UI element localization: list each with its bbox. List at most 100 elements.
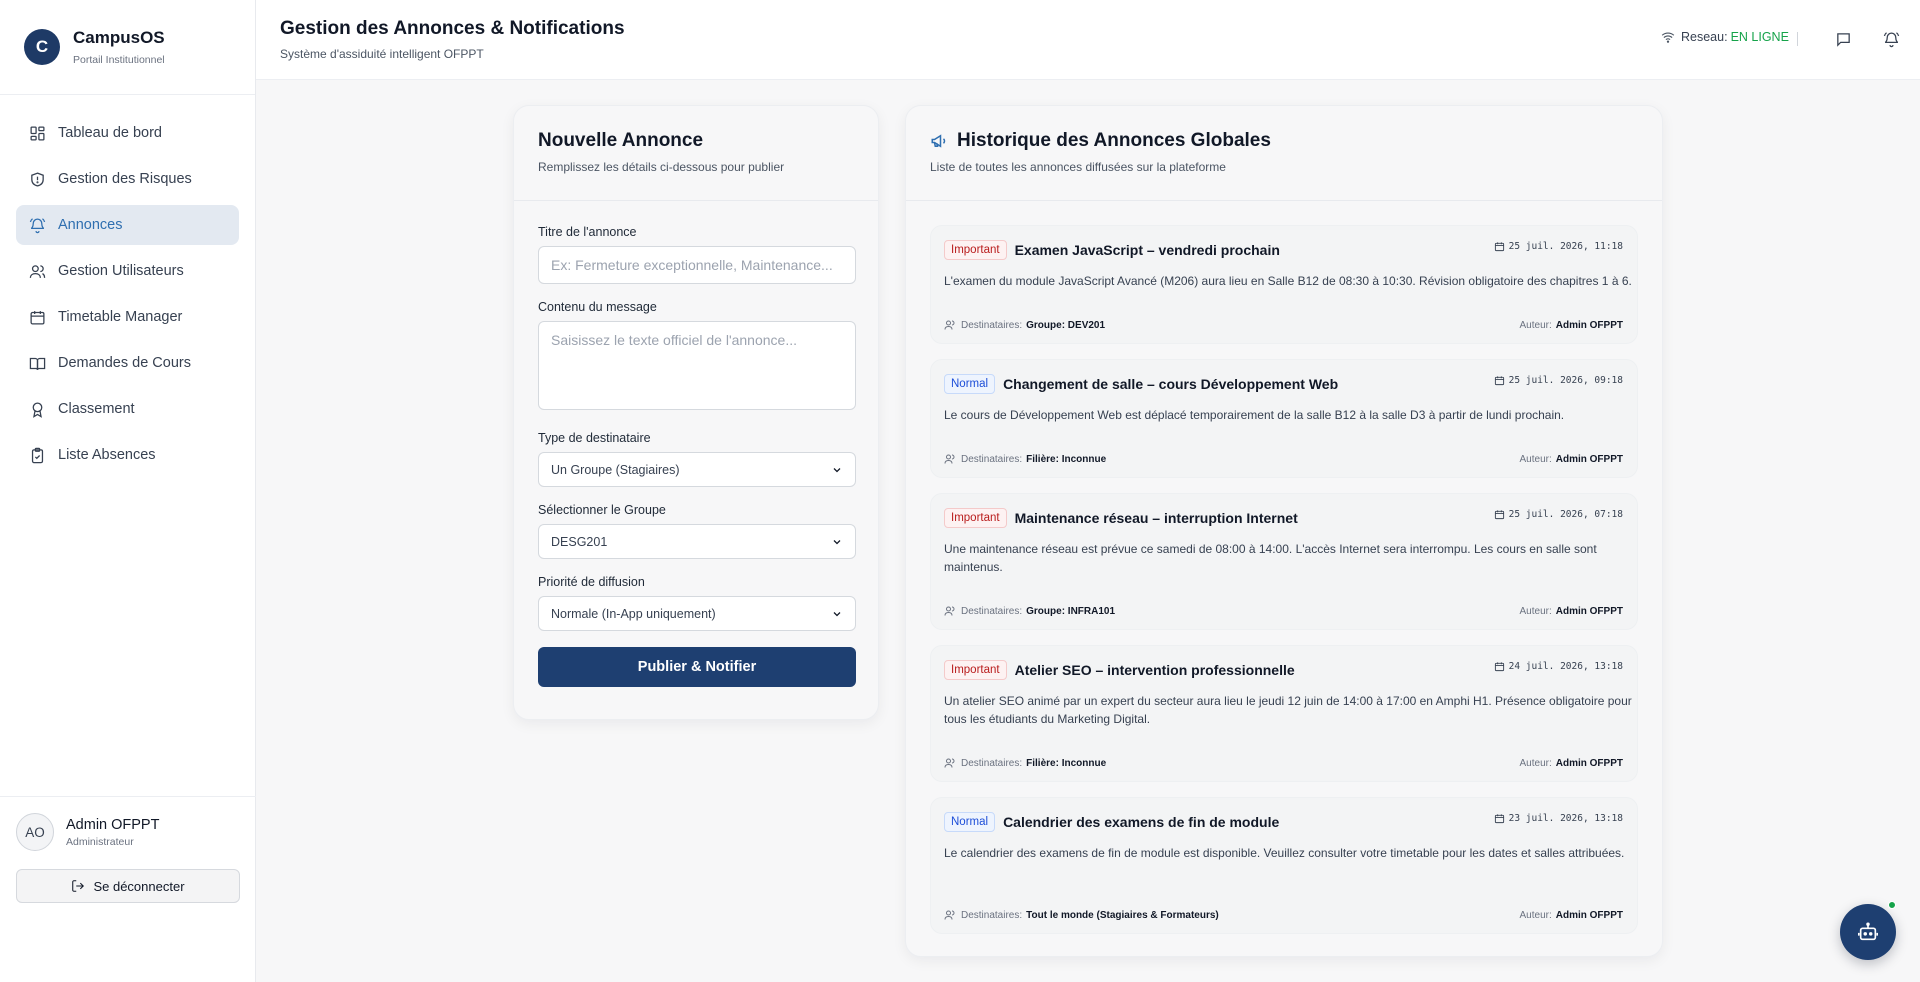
sidebar-item-label: Gestion Utilisateurs [58, 263, 184, 279]
announcement-body: Le cours de Développement Web est déplac… [944, 408, 1565, 422]
announcement-author: Auteur: Admin OFPPT [1520, 605, 1623, 617]
megaphone-icon [931, 134, 946, 148]
recipients-label: Destinataires: [961, 319, 1023, 331]
sidebar-nav: Tableau de bord Gestion des Risques Anno… [0, 95, 255, 475]
bell-icon [28, 216, 46, 234]
avatar: AO [16, 813, 54, 851]
announcement-title: Maintenance réseau – interruption Intern… [1014, 510, 1298, 526]
new-announcement-card: Nouvelle Annonce Remplissez les détails … [513, 105, 879, 720]
users-icon [944, 606, 955, 616]
priority-select[interactable]: Normale (In-App uniquement) [538, 596, 856, 631]
award-icon [28, 400, 46, 418]
recipients-value: Filière: Inconnue [1026, 757, 1107, 769]
recipients-label: Destinataires: [961, 757, 1023, 769]
content-field-label: Contenu du message [538, 300, 657, 314]
form-title: Nouvelle Annonce [538, 130, 704, 151]
publish-notify-button[interactable]: Publier & Notifier [538, 647, 856, 687]
sidebar-item-gestion-utilisateurs[interactable]: Gestion Utilisateurs [16, 251, 239, 291]
network-status-value: EN LIGNE [1730, 30, 1789, 44]
announcement-title: Calendrier des examens de fin de module [1003, 814, 1280, 830]
chevron-down-icon [833, 467, 841, 472]
sidebar-item-label: Demandes de Cours [58, 355, 191, 371]
author-label: Auteur: [1519, 453, 1552, 465]
user-role: Administrateur [66, 835, 134, 848]
sidebar-footer: AO Admin OFPPT Administrateur Se déconne… [0, 796, 256, 982]
history-title: Historique des Annonces Globales [957, 130, 1271, 151]
wifi-icon [1661, 32, 1675, 43]
announcement-date-text: 25 juil. 2026, 11:18 [1508, 241, 1623, 252]
priority-badge: Important [944, 660, 1007, 680]
priority-select-value: Normale (In-App uniquement) [551, 606, 716, 621]
group-select-value: DESG201 [551, 534, 608, 549]
recipients-value: Filière: Inconnue [1026, 453, 1107, 465]
sidebar-item-liste-absences[interactable]: Liste Absences [16, 435, 239, 475]
sidebar-item-label: Annonces [58, 217, 123, 233]
chevron-down-icon [833, 611, 841, 616]
history-subtitle: Liste de toutes les annonces diffusées s… [930, 160, 1226, 174]
priority-label: Priorité de diffusion [538, 575, 645, 589]
announcement-recipients: Destinataires: Groupe: DEV201 [944, 319, 1105, 331]
announcement-recipients: Destinataires: Filière: Inconnue [944, 757, 1106, 769]
calendar-icon [1494, 242, 1504, 252]
sidebar-item-classement[interactable]: Classement [16, 389, 239, 429]
announcement-item[interactable]: Important Examen JavaScript – vendredi p… [930, 225, 1638, 344]
assistant-bot-button[interactable] [1840, 904, 1896, 960]
calendar-icon [1494, 814, 1504, 824]
users-icon [944, 320, 955, 330]
author-value: Admin OFPPT [1555, 605, 1623, 617]
announcement-content-textarea[interactable] [538, 321, 856, 410]
top-header: Gestion des Annonces & Notifications Sys… [256, 0, 1920, 80]
announcement-history-card: Historique des Annonces Globales Liste d… [905, 105, 1663, 957]
recipients-label: Destinataires: [961, 453, 1023, 465]
sidebar-item-tableau-de-bord[interactable]: Tableau de bord [16, 113, 239, 153]
network-status: Reseau: EN LIGNE [1661, 30, 1789, 44]
announcement-author: Auteur: Admin OFPPT [1520, 909, 1623, 921]
announcement-recipients: Destinataires: Filière: Inconnue [944, 453, 1106, 465]
sidebar-item-label: Classement [58, 401, 135, 417]
announcement-item[interactable]: Normal Changement de salle – cours Dével… [930, 359, 1638, 478]
author-label: Auteur: [1519, 319, 1552, 331]
priority-badge: Normal [944, 812, 996, 832]
form-subtitle: Remplissez les détails ci-dessous pour p… [538, 160, 785, 174]
announcement-item[interactable]: Important Atelier SEO – intervention pro… [930, 645, 1638, 782]
announcement-author: Auteur: Admin OFPPT [1520, 757, 1623, 769]
announcement-date: 24 juil. 2026, 13:18 [1494, 661, 1623, 672]
group-select-label: Sélectionner le Groupe [538, 503, 666, 517]
sidebar-item-label: Tableau de bord [58, 125, 162, 141]
announcement-item[interactable]: Important Maintenance réseau – interrupt… [930, 493, 1638, 630]
calendar-icon [1494, 662, 1504, 672]
clipboard-icon [28, 446, 46, 464]
notifications-button[interactable] [1880, 28, 1902, 50]
header-divider [1797, 32, 1798, 46]
announcement-item[interactable]: Normal Calendrier des examens de fin de … [930, 797, 1638, 934]
logout-button[interactable]: Se déconnecter [16, 869, 240, 903]
user-profile[interactable]: AO Admin OFPPT Administrateur [16, 813, 240, 851]
announcement-date: 25 juil. 2026, 07:18 [1494, 509, 1623, 520]
sidebar-item-label: Timetable Manager [58, 309, 183, 325]
page-subtitle: Système d'assiduité intelligent OFPPT [280, 47, 484, 61]
sidebar-item-timetable-manager[interactable]: Timetable Manager [16, 297, 239, 337]
announcement-title-input[interactable] [538, 246, 856, 284]
logout-icon [72, 880, 85, 892]
group-select[interactable]: DESG201 [538, 524, 856, 559]
sidebar: C CampusOS Portail Institutionnel Tablea… [0, 0, 256, 982]
announcement-recipients: Destinataires: Groupe: INFRA101 [944, 605, 1115, 617]
announcement-title: Examen JavaScript – vendredi prochain [1014, 242, 1280, 258]
messages-button[interactable] [1832, 28, 1854, 50]
dashboard-icon [28, 124, 46, 142]
network-label: Reseau: [1681, 30, 1728, 44]
announcement-title: Atelier SEO – intervention professionnel… [1014, 662, 1295, 678]
announcement-date: 23 juil. 2026, 13:18 [1494, 813, 1623, 824]
sidebar-item-gestion-des-risques[interactable]: Gestion des Risques [16, 159, 239, 199]
sidebar-item-annonces[interactable]: Annonces [16, 205, 239, 245]
users-icon [944, 758, 955, 768]
recipient-type-select[interactable]: Un Groupe (Stagiaires) [538, 452, 856, 487]
sidebar-item-label: Gestion des Risques [58, 171, 192, 187]
page-title: Gestion des Annonces & Notifications [280, 18, 625, 39]
online-indicator-dot [1888, 901, 1896, 909]
recipients-label: Destinataires: [961, 605, 1023, 617]
priority-badge: Normal [944, 374, 996, 394]
announcement-body: Le calendrier des examens de fin de modu… [944, 846, 1625, 860]
sidebar-item-demandes-de-cours[interactable]: Demandes de Cours [16, 343, 239, 383]
brand-logo[interactable]: C [24, 29, 60, 65]
